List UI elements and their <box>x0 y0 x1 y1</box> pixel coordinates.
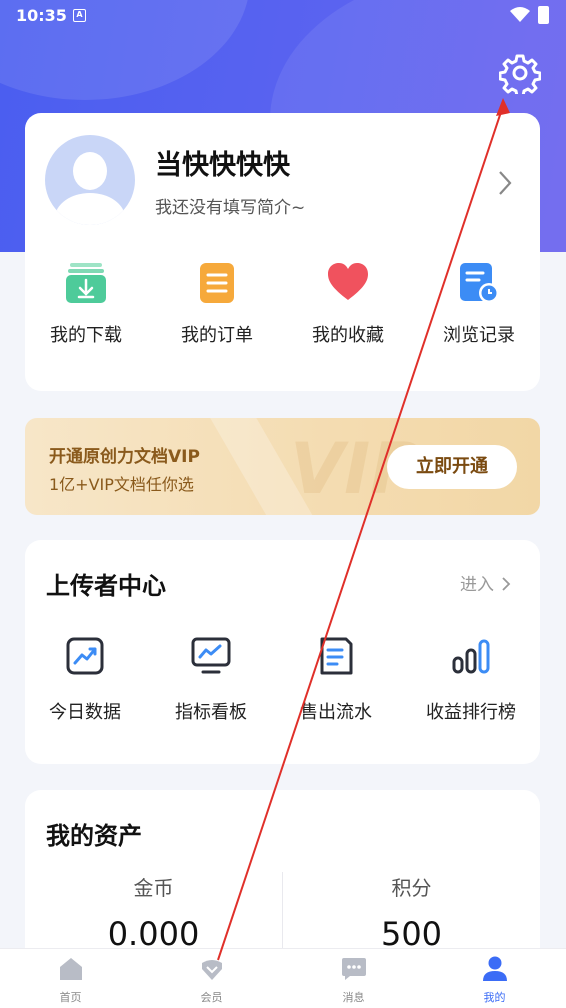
tab-mine[interactable]: 我的 <box>424 955 565 1005</box>
tab-label: 我的 <box>483 991 506 1004</box>
avatar-body <box>55 193 125 225</box>
home-icon <box>59 958 82 980</box>
quick-actions: 我的下载 我的订单 我的收藏 浏览记录 <box>25 263 540 353</box>
receipt-icon <box>320 637 353 675</box>
status-time: 10:35 <box>16 6 67 25</box>
tab-vip[interactable]: 会员 <box>141 955 282 1005</box>
tab-label: 首页 <box>59 991 82 1004</box>
uploader-enter-link[interactable]: 进入 <box>460 570 511 595</box>
quick-action-history[interactable]: 浏览记录 <box>414 263 544 347</box>
tool-earnings-ranking[interactable]: 收益排行榜 <box>406 636 536 724</box>
trend-chart-icon <box>66 637 104 675</box>
monitor-chart-icon <box>191 637 231 674</box>
vip-subtitle: 1亿+VIP文档任你选 <box>49 475 194 494</box>
asset-label: 金币 <box>133 876 174 900</box>
section-title: 我的资产 <box>46 822 142 850</box>
bar-ranking-icon <box>452 639 490 674</box>
tool-label: 今日数据 <box>49 702 121 723</box>
uploader-center-card: 上传者中心 进入 今日数据 指标看板 售出流水 收益排行榜 <box>25 540 540 764</box>
history-icon <box>460 263 499 303</box>
quick-action-downloads[interactable]: 我的下载 <box>21 263 151 347</box>
enter-label: 进入 <box>460 575 494 595</box>
quick-action-orders[interactable]: 我的订单 <box>152 263 282 347</box>
settings-gear-icon[interactable] <box>499 52 541 94</box>
order-icon <box>200 263 234 303</box>
tab-label: 消息 <box>342 991 365 1004</box>
quick-action-label: 浏览记录 <box>443 325 515 346</box>
tool-label: 售出流水 <box>300 702 372 723</box>
tool-label: 指标看板 <box>175 702 247 723</box>
chevron-right-icon[interactable] <box>497 169 513 197</box>
vip-diamond-icon <box>201 960 222 980</box>
heart-icon <box>328 263 368 300</box>
user-bio[interactable]: 我还没有填写简介~ <box>155 193 305 218</box>
tab-label: 会员 <box>200 991 223 1004</box>
message-icon <box>341 958 366 980</box>
avatar-head <box>73 152 107 190</box>
tab-home[interactable]: 首页 <box>0 955 141 1005</box>
chevron-right-icon <box>502 577 511 591</box>
vip-banner[interactable]: VIP 开通原创力文档VIP 1亿+VIP文档任你选 立即开通 <box>25 418 540 515</box>
quick-action-favorites[interactable]: 我的收藏 <box>283 263 413 347</box>
bottom-tab-bar: 首页 会员 消息 我的 <box>0 948 566 1008</box>
username[interactable]: 当快快快快 <box>155 143 290 182</box>
sim-icon: A <box>73 9 86 22</box>
tool-dashboard[interactable]: 指标看板 <box>146 636 276 724</box>
avatar[interactable] <box>45 135 135 225</box>
download-icon <box>66 263 106 303</box>
asset-label: 积分 <box>391 876 432 900</box>
wifi-icon <box>510 7 530 22</box>
battery-icon <box>538 6 549 24</box>
vip-title: 开通原创力文档VIP <box>49 447 200 467</box>
section-title: 上传者中心 <box>46 572 166 600</box>
quick-action-label: 我的收藏 <box>312 325 384 346</box>
tab-messages[interactable]: 消息 <box>283 955 424 1005</box>
tool-label: 收益排行榜 <box>426 702 516 723</box>
vip-activate-button[interactable]: 立即开通 <box>387 445 517 489</box>
asset-points[interactable]: 积分 500 <box>283 872 540 953</box>
profile-card: 当快快快快 我还没有填写简介~ 我的下载 我的订单 我的收藏 浏览记录 <box>25 113 540 391</box>
tool-sales-flow[interactable]: 售出流水 <box>271 636 401 724</box>
quick-action-label: 我的订单 <box>181 325 253 346</box>
quick-action-label: 我的下载 <box>50 325 122 346</box>
status-bar: 10:35 A <box>0 0 566 32</box>
asset-coins[interactable]: 金币 0.000 <box>25 872 282 953</box>
tool-today-data[interactable]: 今日数据 <box>20 636 150 724</box>
user-icon <box>482 956 507 981</box>
